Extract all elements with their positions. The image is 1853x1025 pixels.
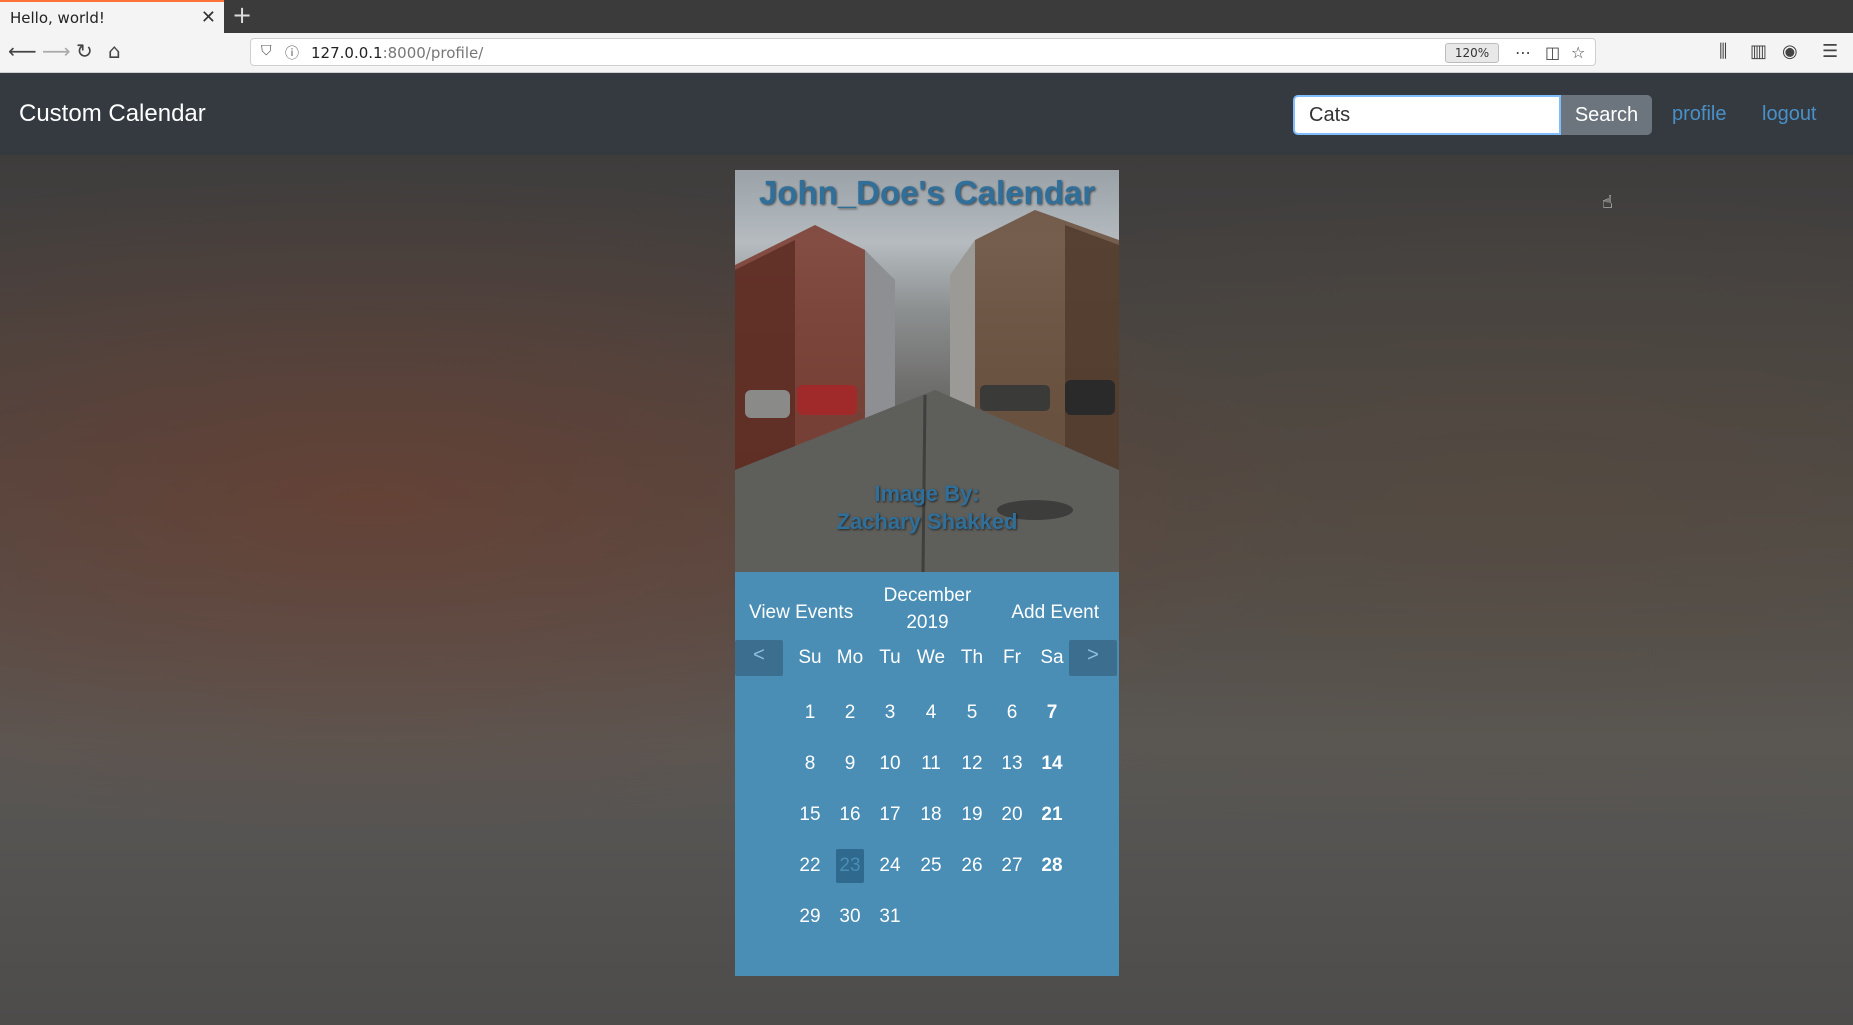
image-credit: Image By: Zachary Shakked: [735, 480, 1119, 536]
weekday-label: Tu: [879, 647, 901, 668]
shield-icon[interactable]: ⛉: [261, 43, 272, 59]
day-cell[interactable]: 20: [992, 798, 1032, 832]
profile-link[interactable]: profile: [1672, 103, 1726, 126]
day-cell[interactable]: 17: [870, 798, 910, 832]
search-button[interactable]: Search: [1561, 95, 1652, 135]
home-icon[interactable]: ⌂: [108, 39, 121, 63]
day-cell[interactable]: 11: [911, 747, 951, 781]
weekday-label: Fr: [1003, 647, 1021, 668]
new-tab-icon[interactable]: +: [232, 1, 252, 29]
day-cell[interactable]: 5: [952, 696, 992, 730]
browser-toolbar: ⟵ ⟶ ↻ ⌂ ⛉ ⓘ 127.0.0.1:8000/profile/ 120%…: [0, 33, 1853, 73]
pocket-icon[interactable]: ◫: [1545, 43, 1560, 62]
day-cell[interactable]: 21: [1032, 798, 1072, 832]
bookmark-star-icon[interactable]: ☆: [1571, 43, 1585, 62]
more-actions-icon[interactable]: ⋯: [1515, 43, 1531, 62]
url-host: 127.0.0.1: [311, 44, 383, 62]
sidebar-icon[interactable]: ▥: [1750, 41, 1767, 62]
day-cell[interactable]: 31: [870, 900, 910, 934]
url-path: :8000/profile/: [382, 44, 484, 62]
close-icon[interactable]: ✕: [201, 7, 216, 28]
day-cell[interactable]: 26: [952, 849, 992, 883]
day-cell[interactable]: 4: [911, 696, 951, 730]
weekday-label: Mo: [836, 647, 864, 668]
calendar-header-photo: John_Doe's Calendar Image By: Zachary Sh…: [735, 170, 1119, 572]
calendar-title: John_Doe's Calendar: [758, 174, 1096, 211]
day-cell[interactable]: 14: [1032, 747, 1072, 781]
day-cell[interactable]: 27: [992, 849, 1032, 883]
day-cell[interactable]: 2: [830, 696, 870, 730]
add-event-link[interactable]: Add Event: [1011, 602, 1099, 624]
logout-link[interactable]: logout: [1762, 103, 1817, 126]
prev-month-button[interactable]: <: [735, 640, 783, 676]
reload-icon[interactable]: ↻: [76, 39, 93, 63]
url-text[interactable]: 127.0.0.1:8000/profile/: [311, 44, 483, 62]
account-icon[interactable]: ◉: [1782, 41, 1798, 62]
day-cell[interactable]: 7: [1032, 696, 1072, 730]
tab-title: Hello, world!: [10, 9, 105, 27]
weekday-label: Sa: [1040, 647, 1064, 668]
day-cell[interactable]: 13: [992, 747, 1032, 781]
day-cell[interactable]: 1: [790, 696, 830, 730]
mouse-cursor-icon: ☝: [1602, 192, 1613, 213]
credit-label: Image By:: [874, 481, 980, 506]
weekday-label: We: [916, 647, 946, 668]
search-input[interactable]: [1293, 95, 1561, 135]
day-cell[interactable]: 30: [830, 900, 870, 934]
menu-icon[interactable]: ☰: [1822, 41, 1838, 62]
back-arrow-icon[interactable]: ⟵: [8, 39, 37, 63]
day-cell[interactable]: 16: [830, 798, 870, 832]
day-cell-today[interactable]: 23: [836, 849, 864, 883]
brand-title[interactable]: Custom Calendar: [19, 100, 206, 128]
zoom-level-badge[interactable]: 120%: [1445, 43, 1499, 63]
next-month-button[interactable]: >: [1069, 640, 1117, 676]
url-bar[interactable]: ⛉ ⓘ 127.0.0.1:8000/profile/ 120% ⋯ ◫ ☆: [250, 38, 1596, 66]
view-events-link[interactable]: View Events: [749, 602, 853, 624]
day-cell[interactable]: 9: [830, 747, 870, 781]
day-cell[interactable]: 28: [1032, 849, 1072, 883]
month-year-label: December 2019: [865, 582, 990, 636]
day-cell[interactable]: 3: [870, 696, 910, 730]
site-navbar: Custom Calendar Search profile logout: [0, 73, 1853, 155]
month-label: December: [883, 585, 972, 606]
day-cell[interactable]: 19: [952, 798, 992, 832]
day-cell[interactable]: 18: [911, 798, 951, 832]
day-cell[interactable]: 25: [911, 849, 951, 883]
browser-tab-bar: Hello, world! ✕ +: [0, 0, 1853, 33]
page-background: Custom Calendar Search profile logout: [0, 73, 1853, 1025]
day-cell[interactable]: 8: [790, 747, 830, 781]
calendar-card: John_Doe's Calendar Image By: Zachary Sh…: [735, 170, 1119, 976]
browser-tab[interactable]: Hello, world! ✕: [0, 0, 224, 33]
day-cell[interactable]: 12: [952, 747, 992, 781]
weekday-label: Th: [960, 647, 984, 668]
day-cell[interactable]: 15: [790, 798, 830, 832]
info-icon[interactable]: ⓘ: [285, 43, 299, 63]
weekday-label: Su: [798, 647, 822, 668]
forward-arrow-icon[interactable]: ⟶: [42, 39, 71, 63]
calendar-panel: View Events December 2019 Add Event < > …: [735, 572, 1119, 976]
year-label: 2019: [906, 612, 949, 633]
library-icon[interactable]: ⫼: [1719, 41, 1727, 62]
day-cell[interactable]: 29: [790, 900, 830, 934]
credit-author: Zachary Shakked: [836, 509, 1018, 534]
day-cell[interactable]: 6: [992, 696, 1032, 730]
day-cell[interactable]: 22: [790, 849, 830, 883]
day-cell[interactable]: 10: [870, 747, 910, 781]
day-cell[interactable]: 24: [870, 849, 910, 883]
